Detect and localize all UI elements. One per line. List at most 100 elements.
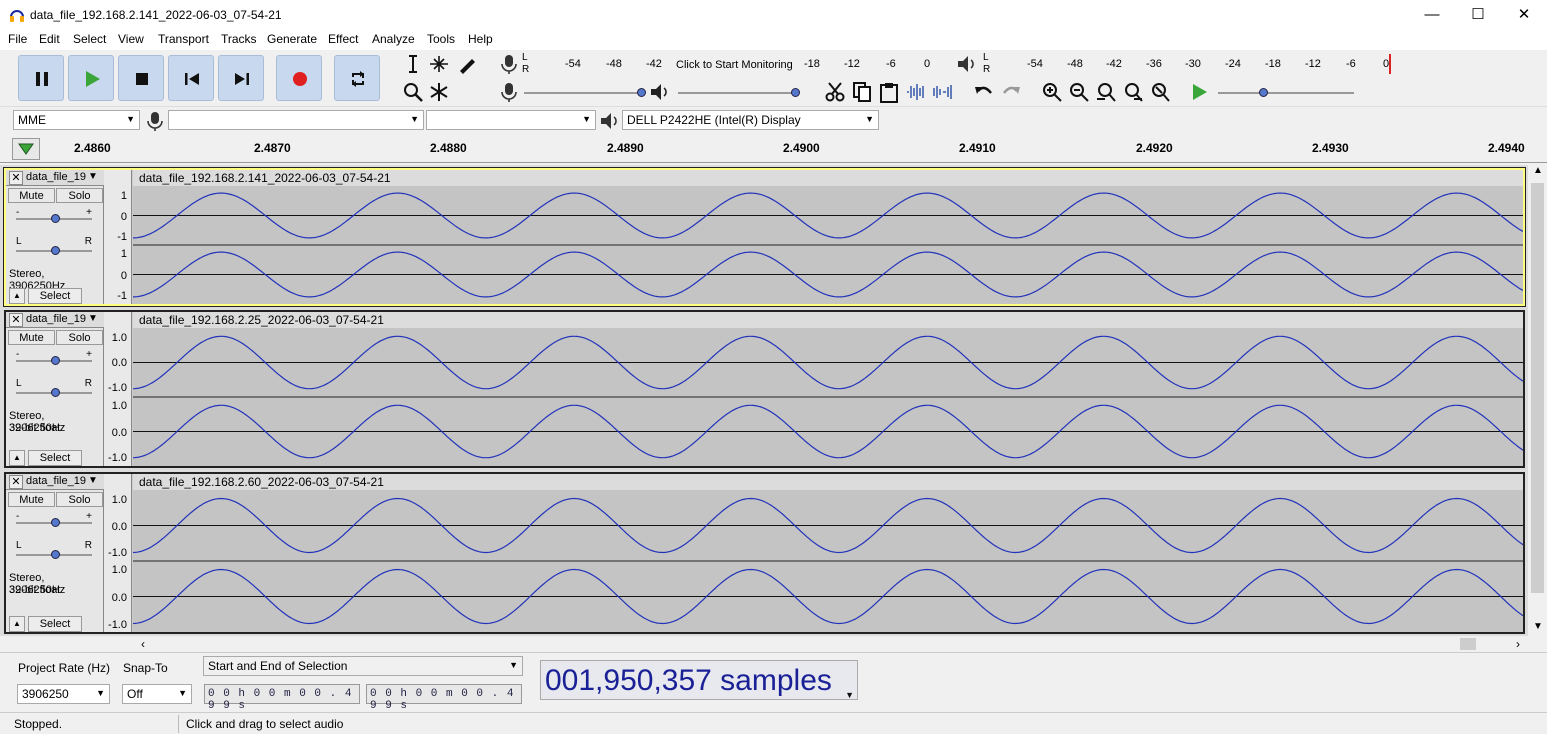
envelope-tool-icon[interactable] <box>428 53 450 75</box>
scrollbar-thumb[interactable] <box>1460 638 1476 650</box>
pan-knob[interactable] <box>51 246 60 255</box>
audio-track[interactable]: ✕ data_file_19 ▼ Mute Solo - + L R Stere… <box>3 167 1526 307</box>
paste-icon[interactable] <box>878 81 900 103</box>
chevron-down-icon[interactable]: ▼ <box>845 675 854 715</box>
horizontal-scrollbar[interactable]: ‹ › <box>0 636 1530 652</box>
gain-knob[interactable] <box>51 356 60 365</box>
recording-volume-slider[interactable] <box>524 88 646 97</box>
trim-audio-icon[interactable] <box>905 81 927 103</box>
solo-button[interactable]: Solo <box>56 492 103 507</box>
menu-transport[interactable]: Transport <box>158 32 209 46</box>
track-menu-chevron-down-icon[interactable]: ▼ <box>88 475 98 486</box>
track-menu-chevron-down-icon[interactable]: ▼ <box>88 171 98 182</box>
record-button[interactable] <box>276 55 322 101</box>
scroll-left-icon[interactable]: ‹ <box>141 637 145 651</box>
slider-knob[interactable] <box>791 88 800 97</box>
solo-button[interactable]: Solo <box>56 188 103 203</box>
timeline-options-button[interactable] <box>12 138 40 160</box>
gain-knob[interactable] <box>51 214 60 223</box>
clip-name[interactable]: data_file_192.168.2.25_2022-06-03_07-54-… <box>133 312 1523 328</box>
track-name[interactable]: data_file_19 <box>26 475 86 487</box>
audio-position-display[interactable]: 001,950,357 samples ▼ <box>540 660 858 700</box>
close-track-icon[interactable]: ✕ <box>9 313 23 327</box>
minimize-button[interactable]: — <box>1409 0 1455 30</box>
timeline-ruler[interactable]: 2.4860 2.4870 2.4880 2.4890 2.4900 2.491… <box>0 135 1547 163</box>
record-meter-mic-icon[interactable] <box>498 53 520 75</box>
slider-knob[interactable] <box>637 88 646 97</box>
menu-view[interactable]: View <box>118 32 144 46</box>
track-name[interactable]: data_file_19 <box>26 171 86 183</box>
zoom-in-icon[interactable] <box>1041 81 1063 103</box>
menu-tracks[interactable]: Tracks <box>221 32 257 46</box>
pan-slider[interactable]: L R <box>14 236 94 255</box>
track-name-bar[interactable]: ✕ data_file_19 ▼ <box>6 170 104 186</box>
zoom-tool-icon[interactable] <box>402 81 424 103</box>
recording-channels-dropdown[interactable]: ▼ <box>426 110 596 130</box>
scroll-down-icon[interactable]: ▼ <box>1533 621 1543 632</box>
gain-slider[interactable]: - + <box>14 349 94 368</box>
undo-icon[interactable] <box>973 81 995 103</box>
redo-icon[interactable] <box>1000 81 1022 103</box>
track-menu-chevron-down-icon[interactable]: ▼ <box>88 313 98 324</box>
playback-volume-slider[interactable] <box>678 88 800 97</box>
scroll-up-icon[interactable]: ▲ <box>1533 165 1543 176</box>
waveform[interactable] <box>133 186 1523 304</box>
pan-slider[interactable]: L R <box>14 378 94 397</box>
scrollbar-thumb[interactable] <box>1531 183 1544 593</box>
audio-host-dropdown[interactable]: MME ▼ <box>13 110 140 130</box>
track-select-button[interactable]: Select <box>28 288 82 304</box>
loop-button[interactable] <box>334 55 380 101</box>
gain-knob[interactable] <box>51 518 60 527</box>
track-name[interactable]: data_file_19 <box>26 313 86 325</box>
close-button[interactable]: ✕ <box>1501 0 1547 30</box>
track-select-button[interactable]: Select <box>28 616 82 632</box>
gain-slider[interactable]: - + <box>14 207 94 226</box>
pan-knob[interactable] <box>51 550 60 559</box>
zoom-toggle-icon[interactable] <box>1149 81 1171 103</box>
menu-file[interactable]: File <box>8 32 27 46</box>
menu-effect[interactable]: Effect <box>328 32 358 46</box>
mute-button[interactable]: Mute <box>8 330 55 345</box>
track-name-bar[interactable]: ✕ data_file_19 ▼ <box>6 474 104 490</box>
recording-device-dropdown[interactable]: ▼ <box>168 110 424 130</box>
snap-to-dropdown[interactable]: Off ▼ <box>122 684 192 704</box>
project-rate-dropdown[interactable]: 3906250 ▼ <box>17 684 110 704</box>
play-meter-speaker-icon[interactable] <box>955 53 977 75</box>
track-name-bar[interactable]: ✕ data_file_19 ▼ <box>6 312 104 328</box>
multi-tool-icon[interactable] <box>428 81 450 103</box>
pan-slider[interactable]: L R <box>14 540 94 559</box>
skip-to-start-button[interactable] <box>168 55 214 101</box>
menu-select[interactable]: Select <box>73 32 106 46</box>
maximize-button[interactable]: ☐ <box>1455 0 1501 30</box>
selection-start-time[interactable]: 0 0 h 0 0 m 0 0 . 4 9 9 s <box>204 684 360 712</box>
close-track-icon[interactable]: ✕ <box>9 475 23 489</box>
audio-track[interactable]: ✕ data_file_19 ▼ Mute Solo - + L R Stere… <box>4 472 1525 634</box>
waveform[interactable] <box>133 328 1523 466</box>
pan-knob[interactable] <box>51 388 60 397</box>
mute-button[interactable]: Mute <box>8 188 55 203</box>
silence-audio-icon[interactable] <box>932 81 954 103</box>
menu-analyze[interactable]: Analyze <box>372 32 415 46</box>
audio-track[interactable]: ✕ data_file_19 ▼ Mute Solo - + L R Stere… <box>4 310 1525 468</box>
collapse-track-icon[interactable]: ▲ <box>9 288 25 304</box>
scroll-right-icon[interactable]: › <box>1516 637 1520 651</box>
selection-tool-icon[interactable] <box>402 53 424 75</box>
copy-icon[interactable] <box>851 81 873 103</box>
collapse-track-icon[interactable]: ▲ <box>9 450 25 466</box>
play-at-speed-icon[interactable] <box>1188 81 1210 103</box>
play-at-speed-slider[interactable] <box>1218 88 1356 97</box>
playback-device-dropdown[interactable]: DELL P2422HE (Intel(R) Display ▼ <box>622 110 879 130</box>
clip-name[interactable]: data_file_192.168.2.60_2022-06-03_07-54-… <box>133 474 1523 490</box>
play-button[interactable] <box>68 55 114 101</box>
menu-tools[interactable]: Tools <box>427 32 455 46</box>
mute-button[interactable]: Mute <box>8 492 55 507</box>
vertical-scrollbar[interactable]: ▲ ▼ <box>1528 165 1547 636</box>
close-track-icon[interactable]: ✕ <box>9 171 23 185</box>
cut-icon[interactable] <box>824 81 846 103</box>
waveform[interactable] <box>133 490 1523 632</box>
clip-name[interactable]: data_file_192.168.2.141_2022-06-03_07-54… <box>133 170 1523 186</box>
solo-button[interactable]: Solo <box>56 330 103 345</box>
fit-project-icon[interactable] <box>1122 81 1144 103</box>
track-select-button[interactable]: Select <box>28 450 82 466</box>
gain-slider[interactable]: - + <box>14 511 94 530</box>
